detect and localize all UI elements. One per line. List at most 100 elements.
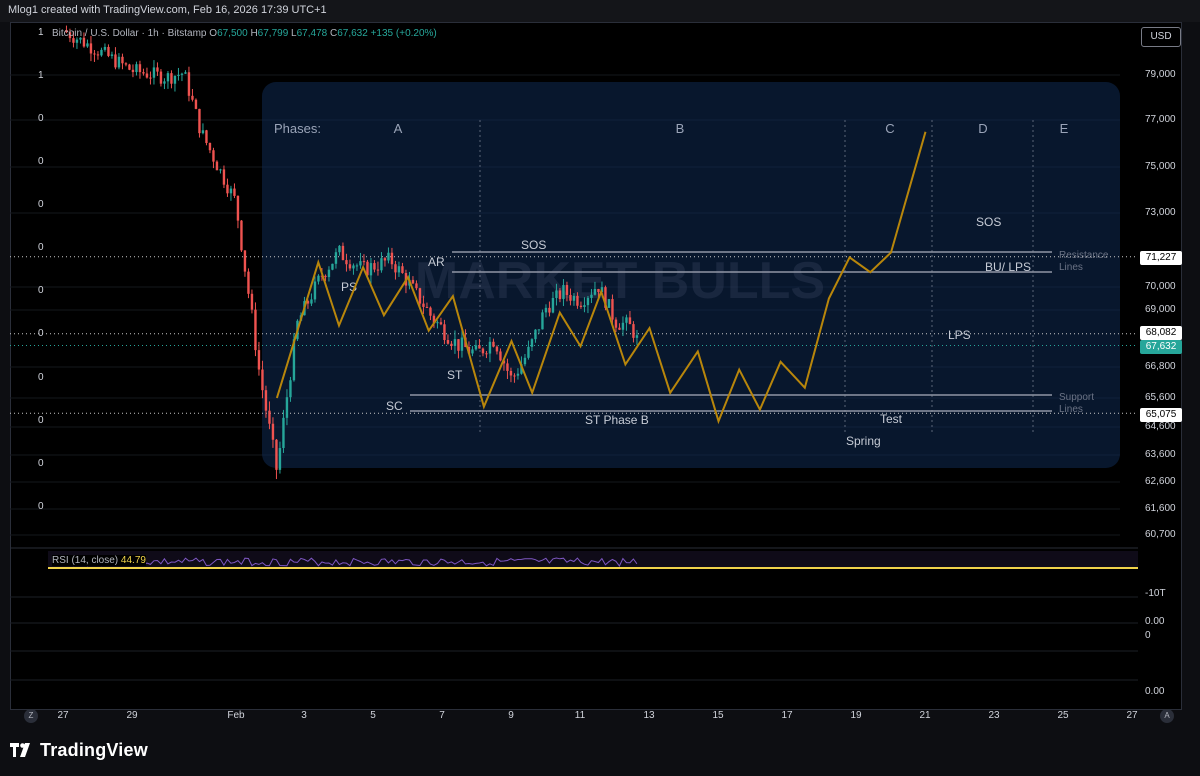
candle-body [555,290,558,298]
candle-body [607,299,611,308]
candle-body [387,252,390,261]
low-value: 67,478 [296,28,328,39]
candle-body [236,195,240,221]
candle-body [530,339,534,347]
candle-body [450,343,453,346]
candle-body [275,439,278,470]
candle-body [149,77,152,79]
candle-body [635,335,639,338]
candle-body [558,290,562,300]
candle-body [159,71,163,84]
candle-body [250,293,254,310]
candle-body [527,346,530,358]
annotation-test: Test [880,412,903,426]
left-scale-label: 0 [38,156,44,167]
candle-body [278,448,282,470]
time-axis-label: 5 [370,710,376,721]
candle-body [394,264,397,273]
candle-body [495,346,499,352]
candle-body [439,322,443,325]
candle-body [376,269,380,271]
candle-body [362,261,366,263]
candle-body [597,288,600,292]
candle-body [443,324,446,341]
candle-body [446,340,450,344]
candle-body [82,37,86,47]
candle-body [411,279,415,284]
phase-label-a: A [394,121,403,136]
auto-scale-button[interactable]: A [1160,709,1174,723]
time-axis-label: 27 [57,710,69,721]
candle-body [121,56,124,64]
symbol-name: Bitcoin / U.S. Dollar · 1h · Bitstamp [52,28,207,39]
candle-body [506,363,509,371]
candle-body [583,305,586,307]
candle-body [579,305,583,307]
candle-body [513,375,516,377]
rsi-band [48,551,1138,569]
candle-body [191,95,194,100]
candle-body [163,81,166,84]
left-scale-label: 0 [38,501,44,512]
candle-body [257,350,261,370]
annotation-sos: SOS [521,238,546,252]
time-axis-label: 21 [919,710,931,721]
candle-body [264,390,268,411]
rsi-label: RSI (14, close) [52,555,119,566]
candle-body [212,150,215,162]
annotation-st-phase-b: ST Phase B [585,413,649,427]
candle-body [499,351,502,361]
candle-body [632,324,635,338]
price-axis-label: 73,000 [1145,207,1176,218]
candle-body [460,337,464,351]
candle-body [187,72,191,96]
price-tag-support: 65,075 [1140,408,1182,422]
price-axis-label: 66,800 [1145,361,1176,372]
candle-body [481,348,485,354]
candle-body [229,188,233,194]
candle-body [128,64,131,70]
candle-body [390,252,394,265]
candle-body [240,220,243,251]
candle-body [261,369,264,391]
left-scale-label: 0 [38,242,44,253]
tradingview-logo-icon [10,741,34,762]
time-axis-label: 25 [1057,710,1069,721]
candle-body [198,108,201,134]
candle-body [471,349,474,354]
candle-body [345,260,348,265]
candle-body [117,56,121,68]
candle-body [383,258,387,261]
candle-body [75,39,79,43]
candle-body [537,329,541,331]
annotation-bu-lps: BU/ LPS [985,260,1031,274]
currency-button[interactable]: USD [1141,27,1181,47]
zoom-reset-button[interactable]: Z [24,709,38,723]
phase-label-e: E [1060,121,1069,136]
candle-body [219,169,222,171]
candle-body [313,281,317,300]
candle-body [201,130,205,134]
rsi-legend: RSI (14, close) 44.79 [52,555,146,566]
high-label: H [250,28,258,39]
candle-body [593,288,597,295]
price-chart[interactable]: MARKET BULLS Phases: A B C D E Resistanc… [0,0,1200,776]
annotation-sos-2: SOS [976,215,1001,229]
candle-body [152,67,156,78]
candle-body [397,266,401,273]
time-axis-label: 3 [301,710,307,721]
phase-label-d: D [978,121,987,136]
price-axis-label: 70,000 [1145,281,1176,292]
candle-body [268,410,271,424]
price-axis-label: 79,000 [1145,69,1176,80]
time-axis-label: 27 [1126,710,1138,721]
candle-body [492,341,495,347]
price-axis-label: 63,600 [1145,449,1176,460]
annotation-lps: LPS [948,328,971,342]
candle-body [485,353,488,355]
tradingview-brand: TradingView [10,740,148,762]
price-axis-label: 69,000 [1145,304,1176,315]
left-scale-label: 0 [38,199,44,210]
open-value: 67,500 [217,28,248,39]
footer [0,730,1200,776]
